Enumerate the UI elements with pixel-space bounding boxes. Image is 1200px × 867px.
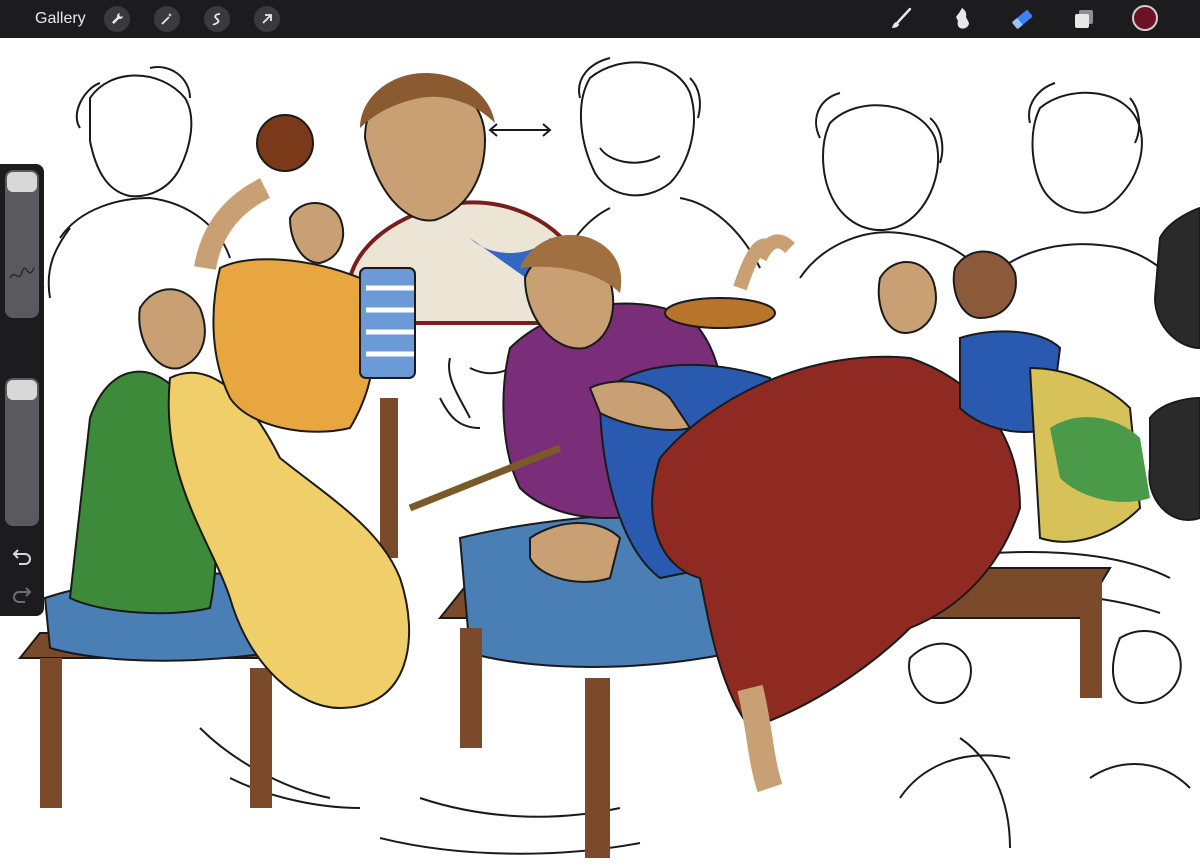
layers-icon[interactable]	[1070, 5, 1098, 33]
drawing-canvas[interactable]	[0, 38, 1200, 867]
brush-icon[interactable]	[888, 5, 916, 33]
magic-wand-icon[interactable]	[154, 6, 180, 32]
painted-figures	[17, 73, 1150, 858]
gallery-button[interactable]: Gallery	[35, 10, 86, 28]
transform-arrow-icon[interactable]	[254, 6, 280, 32]
selection-icon[interactable]	[204, 6, 230, 32]
smudge-icon[interactable]	[948, 5, 976, 33]
eraser-icon[interactable]	[1008, 5, 1036, 33]
color-swatch[interactable]	[1132, 5, 1158, 31]
top-toolbar: Gallery	[0, 0, 1200, 38]
wrench-icon[interactable]	[104, 6, 130, 32]
